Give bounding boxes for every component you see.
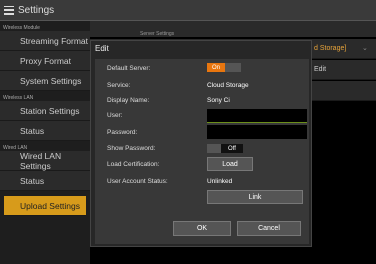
hamburger-menu-icon[interactable] <box>4 5 14 15</box>
default-server-label: Default Server: <box>107 65 151 72</box>
password-input[interactable] <box>207 125 307 139</box>
password-label: Password: <box>107 129 138 136</box>
main-header: Server Settings <box>90 21 376 37</box>
default-server-toggle[interactable]: On <box>207 63 241 72</box>
section-label-wireless-lan: Wireless LAN <box>3 95 34 101</box>
edit-dialog: Edit Default Server: On Service: Cloud S… <box>90 40 312 247</box>
window-title: Settings <box>18 4 55 16</box>
user-input[interactable] <box>207 109 307 123</box>
sidebar-item-wired-status[interactable]: Status <box>0 171 90 191</box>
sidebar: Wireless Module Streaming Format Proxy F… <box>0 21 90 264</box>
sidebar-item-system-settings[interactable]: System Settings <box>0 71 90 91</box>
service-label: Service: <box>107 82 131 89</box>
user-label: User: <box>107 112 123 119</box>
default-server-value: On <box>207 63 225 72</box>
load-certification-label: Load Certification: <box>107 161 160 168</box>
dialog-body: Default Server: On Service: Cloud Storag… <box>95 59 309 244</box>
ok-button[interactable]: OK <box>173 221 231 236</box>
user-account-status-label: User Account Status: <box>107 178 168 185</box>
service-value: Cloud Storage <box>207 82 249 89</box>
sidebar-item-wireless-status[interactable]: Status <box>0 121 90 141</box>
cancel-button[interactable]: Cancel <box>237 221 301 236</box>
dialog-title: Edit <box>95 44 109 53</box>
show-password-label: Show Password: <box>107 145 156 152</box>
background-server-value: d Storage] <box>314 45 347 52</box>
link-button[interactable]: Link <box>207 190 303 204</box>
sidebar-item-proxy-format[interactable]: Proxy Format <box>0 51 90 71</box>
section-label-wireless-module: Wireless Module <box>3 25 40 31</box>
show-password-toggle[interactable]: Off <box>207 144 243 153</box>
user-account-status-value: Unlinked <box>207 178 233 185</box>
server-settings-subtitle: Server Settings <box>140 31 175 37</box>
load-button[interactable]: Load <box>207 157 253 171</box>
show-password-value: Off <box>221 144 243 153</box>
background-edit-label: Edit <box>314 66 327 73</box>
display-name-label: Display Name: <box>107 97 150 104</box>
section-label-wired-lan: Wired LAN <box>3 145 28 151</box>
title-bar: Settings <box>0 0 376 21</box>
sidebar-item-station-settings[interactable]: Station Settings <box>0 101 90 121</box>
sidebar-item-streaming-format[interactable]: Streaming Format <box>0 31 90 51</box>
sidebar-item-wired-lan-settings[interactable]: Wired LAN Settings <box>0 151 90 171</box>
sidebar-item-upload-settings[interactable]: Upload Settings <box>4 196 86 216</box>
chevron-down-icon[interactable]: ⌄ <box>362 44 368 52</box>
display-name-value[interactable]: Sony Ci <box>207 97 230 104</box>
